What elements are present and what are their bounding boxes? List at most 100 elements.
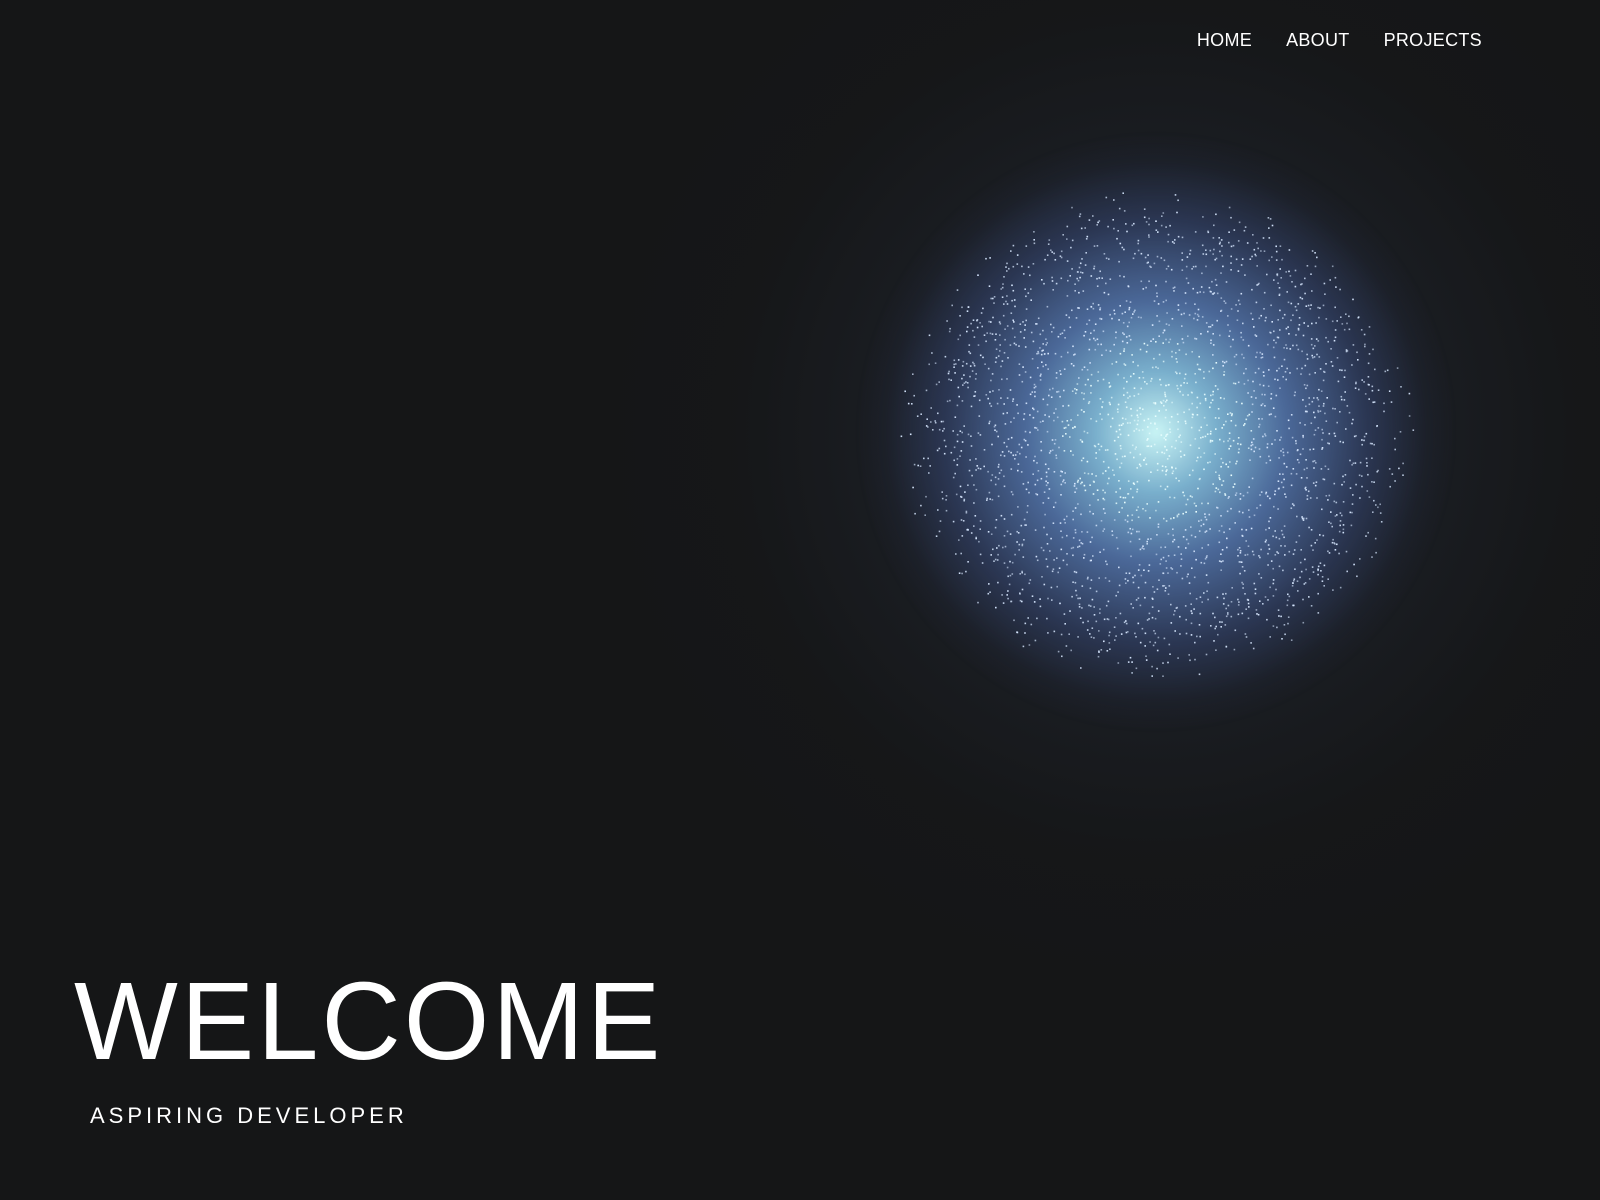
particle-dot — [987, 531, 990, 533]
particle-dot — [1176, 384, 1178, 387]
particle-dot — [1250, 312, 1252, 315]
particle-dot — [1220, 553, 1222, 555]
particle-dot — [1016, 451, 1019, 453]
particle-dot — [1108, 401, 1111, 404]
particle-dot — [1119, 433, 1122, 436]
particle-dot — [1056, 416, 1059, 419]
nav-projects-link[interactable]: PROJECTS — [1384, 30, 1482, 51]
particle-dot — [1225, 463, 1227, 466]
particle-dot — [1222, 593, 1224, 595]
particle-dot — [1103, 291, 1106, 294]
particle-dot — [1205, 249, 1207, 251]
nav-home-link[interactable]: HOME — [1197, 30, 1252, 51]
particle-dot — [1295, 344, 1298, 347]
particle-dot — [1262, 237, 1265, 239]
particle-dot — [1282, 317, 1284, 319]
particle-dot — [975, 536, 977, 539]
particle-dot — [1288, 550, 1291, 553]
particle-dot — [917, 464, 919, 467]
particle-dot — [1034, 426, 1036, 429]
particle-dot — [1123, 387, 1125, 390]
particle-dot — [1119, 466, 1121, 469]
particle-dot — [1220, 297, 1223, 299]
particle-dot — [1119, 487, 1121, 490]
particle-dot — [1187, 573, 1189, 576]
particle-dot — [1327, 340, 1329, 343]
particle-dot — [1220, 560, 1223, 563]
particle-dot — [1103, 253, 1106, 255]
particle-dot — [1108, 631, 1111, 634]
particle-dot — [1218, 530, 1221, 532]
particle-dot — [1093, 614, 1096, 616]
particle-dot — [1093, 606, 1095, 608]
particle-dot — [904, 390, 906, 393]
particle-dot — [1374, 368, 1376, 371]
particle-dot — [1170, 567, 1172, 569]
particle-dot — [1124, 418, 1127, 420]
particle-dot — [1103, 528, 1106, 530]
particle-dot — [1211, 440, 1214, 442]
particle-dot — [1318, 316, 1320, 319]
particle-dot — [963, 382, 966, 384]
particle-dot — [1223, 371, 1226, 373]
particle-dot — [1013, 619, 1015, 622]
particle-dot — [1089, 587, 1092, 590]
particle-dot — [1292, 582, 1294, 584]
particle-dot — [1194, 438, 1197, 440]
particle-dot — [1394, 448, 1396, 451]
particle-dot — [1368, 496, 1371, 498]
particle-dot — [1282, 448, 1284, 450]
particle-dot — [1127, 480, 1130, 482]
particle-dot — [1356, 351, 1358, 354]
particle-dot — [1087, 620, 1089, 623]
particle-dot — [1239, 552, 1242, 554]
particle-dot — [1016, 530, 1018, 533]
particle-dot — [983, 334, 986, 336]
particle-dot — [1300, 570, 1303, 573]
particle-dot — [1203, 562, 1206, 565]
particle-dot — [1283, 347, 1285, 349]
particle-dot — [1199, 477, 1201, 480]
particle-dot — [987, 367, 990, 370]
particle-dot — [1004, 328, 1006, 330]
nav-about-link[interactable]: ABOUT — [1286, 30, 1350, 51]
particle-dot — [1151, 665, 1153, 668]
particle-dot — [1080, 459, 1083, 462]
particle-dot — [1363, 381, 1365, 383]
particle-dot — [1339, 520, 1342, 522]
particle-dot — [1267, 217, 1270, 219]
particle-dot — [1107, 600, 1110, 603]
particle-dot — [1033, 601, 1036, 603]
particle-dot — [1303, 322, 1305, 324]
particle-dot — [1317, 409, 1319, 412]
particle-dot — [1171, 401, 1173, 404]
particle-dot — [1215, 649, 1217, 651]
particle-dot — [1115, 361, 1118, 363]
particle-dot — [955, 363, 957, 365]
particle-dot — [1195, 265, 1197, 268]
particle-dot — [1102, 401, 1104, 403]
particle-dot — [1226, 546, 1228, 549]
particle-dot — [1050, 249, 1052, 252]
particle-dot — [976, 465, 978, 467]
particle-dot — [1193, 608, 1195, 610]
particle-dot — [961, 535, 964, 537]
particle-dot — [1373, 499, 1375, 502]
particle-dot — [1129, 656, 1132, 659]
particle-dot — [1081, 585, 1084, 587]
particle-dot — [1084, 331, 1087, 333]
particle-dot — [1308, 596, 1310, 598]
particle-dot — [1119, 612, 1122, 615]
particle-dot — [1089, 484, 1091, 486]
particle-dot — [1166, 312, 1168, 314]
particle-dot — [1301, 367, 1303, 370]
particle-dot — [1206, 555, 1208, 557]
particle-dot — [1330, 522, 1332, 525]
particle-dot — [1101, 354, 1103, 356]
particle-dot — [1357, 316, 1360, 318]
particle-dot — [945, 499, 947, 501]
particle-dot — [1228, 231, 1230, 233]
particle-dot — [1029, 579, 1032, 581]
particle-dot — [1051, 280, 1054, 282]
particle-dot — [1268, 548, 1271, 550]
